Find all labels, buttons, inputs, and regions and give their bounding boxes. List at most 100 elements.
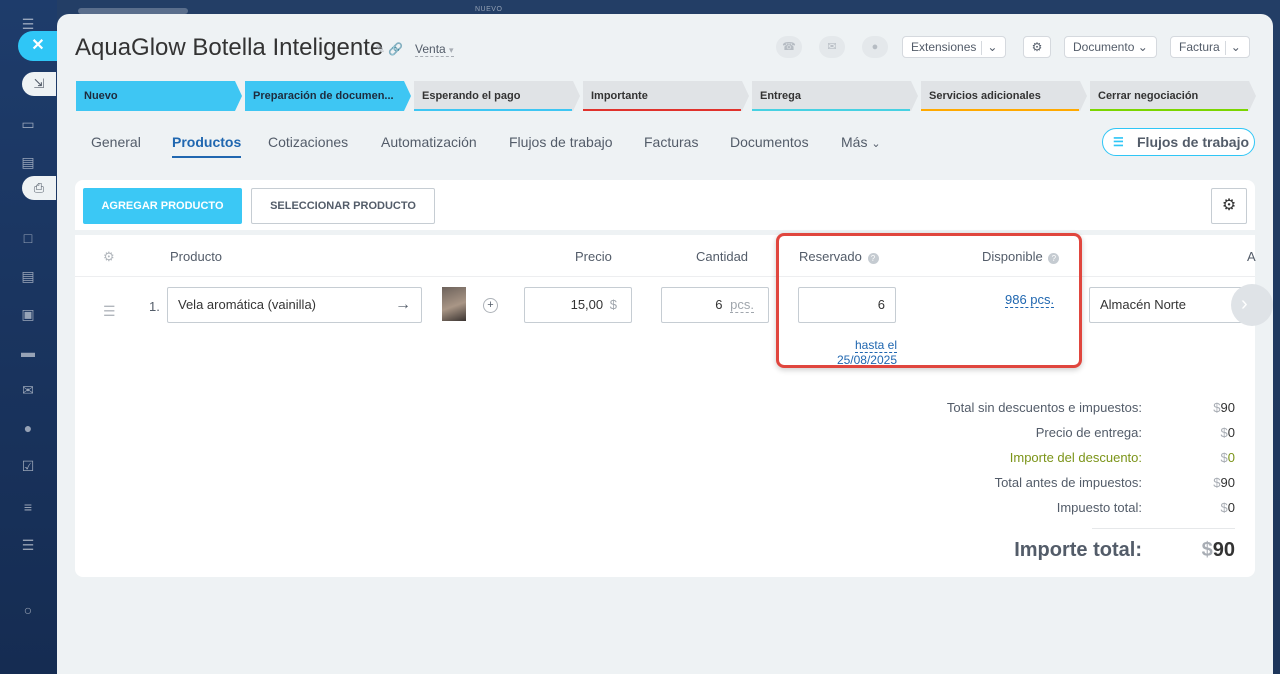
document-icon[interactable]: ▤ <box>18 266 38 286</box>
tab-flujos[interactable]: Flujos de trabajo <box>509 134 613 150</box>
amount: 0 <box>1227 450 1235 465</box>
quantity-field[interactable]: 6 pcs. <box>661 287 769 323</box>
select-product-button[interactable]: SELECCIONAR PRODUCTO <box>251 188 435 224</box>
tasks-icon[interactable]: ▤ <box>18 152 38 172</box>
chevron-down-icon: ⌄ <box>987 40 998 54</box>
stage-esperando-pago[interactable]: Esperando el pago <box>414 81 580 111</box>
stage-preparacion[interactable]: Preparación de documen... <box>245 81 411 111</box>
stage-servicios[interactable]: Servicios adicionales <box>921 81 1087 111</box>
tab-general[interactable]: General <box>91 134 141 150</box>
category-selector[interactable]: Venta ▾ <box>415 42 454 57</box>
stage-label: Importante <box>591 90 648 102</box>
left-sidebar: ☰ ▭ ▤ □ ▤ ▣ ▬ ✉ ● ☑ ≡ ☰ ○ <box>0 0 57 674</box>
highlight-frame <box>776 233 1082 368</box>
totals-divider <box>1092 528 1235 529</box>
price-value: 15,00 <box>570 297 604 312</box>
header-extra: A <box>1247 249 1256 264</box>
chevron-down-icon: ⌄ <box>871 138 881 150</box>
document-button[interactable]: Documento ⌄ <box>1064 36 1157 58</box>
phone-icon[interactable]: ☎ <box>776 36 802 58</box>
currency-symbol: $ <box>1213 400 1221 415</box>
workflows-button-label: Flujos de trabajo <box>1137 134 1250 150</box>
close-slider-button[interactable]: ✕ <box>18 31 58 61</box>
top-hint-text: NUEVO <box>475 6 503 13</box>
delivery-price-label: Precio de entrega: <box>1035 425 1142 440</box>
invoice-button[interactable]: Factura ⌄ <box>1170 36 1250 58</box>
workflow-icon: ☰ <box>1113 135 1124 149</box>
gear-icon[interactable]: ⚙ <box>1211 188 1247 224</box>
mail-icon[interactable]: ✉ <box>819 36 845 58</box>
header-quantity: Cantidad <box>696 249 749 264</box>
chevron-down-icon: ▾ <box>449 45 454 55</box>
stage-label: Nuevo <box>84 90 118 102</box>
deal-panel: AquaGlow Botella Inteligente ✎ 🔗 Venta ▾… <box>57 14 1273 674</box>
currency-symbol: $ <box>1201 539 1213 561</box>
stack-icon[interactable]: ☰ <box>18 535 38 555</box>
currency-symbol: $ <box>1213 475 1221 490</box>
product-name-field[interactable]: Vela aromática (vainilla) → <box>167 287 422 323</box>
chat-bubble-icon[interactable]: ● <box>862 36 888 58</box>
price-field[interactable]: 15,00 $ <box>524 287 632 323</box>
add-product-button[interactable]: AGREGAR PRODUCTO <box>83 188 242 224</box>
checkbox-icon[interactable]: ☑ <box>18 456 38 476</box>
contacts-icon[interactable]: ● <box>18 418 38 438</box>
chat-icon[interactable]: ▭ <box>18 114 38 134</box>
stage-entrega[interactable]: Entrega <box>752 81 918 111</box>
stage-importante[interactable]: Importante <box>583 81 749 111</box>
tab-mas-label: Más <box>841 134 868 150</box>
amount: 0 <box>1227 425 1235 440</box>
stage-color-bar <box>1090 109 1248 111</box>
download-icon[interactable]: ⇲ <box>22 72 56 96</box>
currency-symbol: $ <box>1220 450 1228 465</box>
filter-icon[interactable]: ≡ <box>18 497 38 517</box>
drag-handle-icon[interactable]: ☰ <box>103 303 116 320</box>
amount: 90 <box>1220 400 1235 415</box>
mail-icon[interactable]: ✉ <box>18 380 38 400</box>
monitor-icon[interactable]: ▣ <box>18 304 38 324</box>
tab-cotizaciones[interactable]: Cotizaciones <box>268 134 348 150</box>
product-thumbnail[interactable] <box>442 287 466 321</box>
currency-symbol: $ <box>1220 425 1228 440</box>
gear-icon[interactable]: ⚙ <box>1023 36 1051 58</box>
add-image-icon[interactable]: + <box>483 298 498 313</box>
header-price: Precio <box>575 249 612 264</box>
tab-mas[interactable]: Más ⌄ <box>841 134 881 150</box>
grand-total-value: $90 <box>1202 539 1235 562</box>
tab-facturas[interactable]: Facturas <box>644 134 698 150</box>
products-toolbar: AGREGAR PRODUCTO SELECCIONAR PRODUCTO ⚙ <box>75 180 1255 230</box>
tab-automatizacion[interactable]: Automatización <box>381 134 477 150</box>
print-icon[interactable]: ⎙ <box>22 176 56 200</box>
calendar-icon[interactable]: □ <box>18 228 38 248</box>
chevron-down-icon: ⌄ <box>1137 40 1148 54</box>
workflows-button[interactable]: ☰ Flujos de trabajo <box>1102 128 1255 156</box>
row-number: 1. <box>149 299 160 314</box>
stage-cerrar[interactable]: Cerrar negociación <box>1090 81 1256 111</box>
settings-icon[interactable]: ○ <box>18 600 38 620</box>
scroll-right-icon[interactable]: › <box>1231 284 1273 326</box>
delivery-price-value: $0 <box>1221 425 1235 440</box>
stage-color-bar <box>921 109 1079 111</box>
stage-color-bar <box>752 109 910 111</box>
before-tax-label: Total antes de impuestos: <box>994 475 1142 490</box>
stage-color-bar <box>414 109 572 111</box>
stage-color-bar <box>76 109 234 111</box>
before-tax-value: $90 <box>1213 475 1235 490</box>
stage-color-bar <box>583 109 741 111</box>
column-settings-icon[interactable]: ⚙ <box>103 249 115 265</box>
stage-label: Cerrar negociación <box>1098 90 1199 102</box>
stage-nuevo[interactable]: Nuevo <box>76 81 242 111</box>
tax-value: $0 <box>1221 500 1235 515</box>
products-table: ⚙ Producto Precio Cantidad Reservado ? D… <box>75 233 1273 577</box>
grand-total-label: Importe total: <box>1014 539 1142 561</box>
quantity-unit[interactable]: pcs. <box>730 297 754 313</box>
card-icon[interactable]: ▬ <box>18 342 38 362</box>
extensions-label: Extensiones <box>911 40 977 54</box>
edit-link-icons[interactable]: ✎ 🔗 <box>375 42 403 56</box>
category-label: Venta <box>415 42 446 56</box>
tab-productos[interactable]: Productos <box>172 134 242 158</box>
extensions-button[interactable]: Extensiones ⌄ <box>902 36 1007 58</box>
total-without-discount-label: Total sin descuentos e impuestos: <box>946 400 1142 415</box>
tab-documentos[interactable]: Documentos <box>730 134 809 150</box>
product-name-value: Vela aromática (vainilla) <box>178 297 317 312</box>
arrow-right-icon[interactable]: → <box>395 288 411 322</box>
